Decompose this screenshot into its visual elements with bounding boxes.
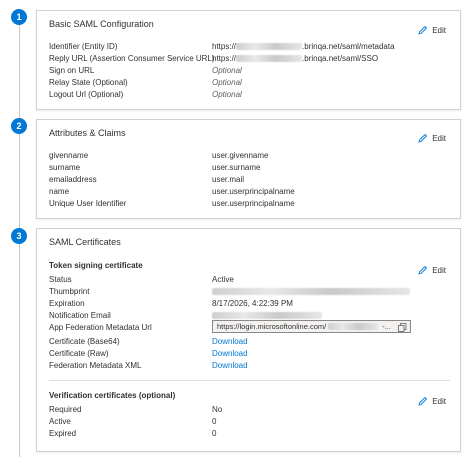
claim-row: surname user.surname	[49, 162, 450, 173]
claim-value: user.givenname	[212, 151, 269, 160]
expired-row: Expired 0	[49, 428, 450, 439]
field-label: Thumbprint	[49, 287, 90, 296]
edit-button[interactable]: Edit	[418, 133, 446, 143]
field-label: Required	[49, 405, 82, 414]
claim-label: name	[49, 187, 70, 196]
field-label: Status	[49, 275, 72, 284]
field-label: App Federation Metadata Url	[49, 323, 152, 332]
field-row: Sign on URL Optional	[49, 65, 450, 76]
redacted-blur	[236, 55, 303, 63]
cert-raw-row: Certificate (Raw) Download	[49, 348, 450, 359]
claim-row: Unique User Identifier user.userprincipa…	[49, 198, 450, 209]
claim-value: user.userprincipalname	[212, 187, 295, 196]
metadata-url-row: App Federation Metadata Url https://logi…	[49, 320, 450, 333]
field-value: Optional	[212, 78, 242, 87]
field-label: Logout Url (Optional)	[49, 90, 124, 99]
pencil-icon	[418, 133, 428, 143]
field-label: Relay State (Optional)	[49, 78, 128, 87]
expiration-row: Expiration 8/17/2026, 4:22:39 PM	[49, 298, 450, 309]
claim-row: emailaddress user.mail	[49, 174, 450, 185]
basic-saml-card: Basic SAML Configuration Edit Identifier…	[36, 10, 461, 110]
field-row: Relay State (Optional) Optional	[49, 77, 450, 88]
required-value: No	[212, 405, 223, 414]
status-value: Active	[212, 275, 234, 284]
expiration-value: 8/17/2026, 4:22:39 PM	[212, 299, 293, 308]
field-value: https://.brinqa.net/saml/metadata	[212, 42, 395, 51]
download-base64-link[interactable]: Download	[212, 336, 248, 347]
thumbprint-value	[212, 286, 410, 297]
redacted-blur	[236, 43, 303, 51]
claim-label: givenname	[49, 151, 89, 160]
card-title: SAML Certificates	[49, 237, 121, 247]
metadata-url-text: https://login.microsoftonline.com/	[217, 322, 327, 331]
redacted-blur	[212, 288, 410, 296]
download-fedxml-link[interactable]: Download	[212, 360, 248, 371]
redacted-blur	[328, 323, 379, 330]
field-label: Expired	[49, 429, 77, 438]
saml-certificates-card: SAML Certificates Token signing certific…	[36, 228, 461, 452]
field-label: Notification Email	[49, 311, 111, 320]
copy-icon[interactable]	[398, 323, 407, 332]
field-label: Federation Metadata XML	[49, 361, 142, 370]
field-label: Active	[49, 417, 71, 426]
edit-button[interactable]: Edit	[418, 25, 446, 35]
field-label: Identifier (Entity ID)	[49, 42, 118, 51]
field-row: Reply URL (Assertion Consumer Service UR…	[49, 53, 450, 64]
card-title: Basic SAML Configuration	[49, 19, 154, 29]
verification-heading: Verification certificates (optional)	[49, 391, 176, 400]
claim-value: user.userprincipalname	[212, 199, 295, 208]
metadata-url-field[interactable]: https://login.microsoftonline.com/ -...	[212, 320, 411, 333]
field-label: Sign on URL	[49, 66, 95, 75]
field-value: Optional	[212, 90, 242, 99]
status-row: Status Active	[49, 274, 450, 285]
edit-label: Edit	[432, 133, 446, 143]
pencil-icon	[418, 25, 428, 35]
cert-base64-row: Certificate (Base64) Download	[49, 336, 450, 347]
required-row: Required No	[49, 404, 450, 415]
thumbprint-row: Thumbprint	[49, 286, 450, 297]
section-divider	[49, 380, 450, 381]
field-label: Expiration	[49, 299, 85, 308]
field-label: Reply URL (Assertion Consumer Service UR…	[49, 54, 215, 63]
field-value: https://.brinqa.net/saml/SSO	[212, 54, 379, 63]
card-title: Attributes & Claims	[49, 128, 126, 138]
fed-metadata-row: Federation Metadata XML Download	[49, 360, 450, 371]
field-label: Certificate (Raw)	[49, 349, 109, 358]
token-signing-heading: Token signing certificate	[49, 261, 143, 270]
step-badge-2: 2	[11, 118, 27, 134]
field-row: Identifier (Entity ID) https://.brinqa.n…	[49, 41, 450, 52]
attributes-claims-card: Attributes & Claims Edit givenname user.…	[36, 119, 461, 219]
claim-row: givenname user.givenname	[49, 150, 450, 161]
step-badge-3: 3	[11, 228, 27, 244]
redacted-blur	[212, 312, 322, 320]
claim-label: Unique User Identifier	[49, 199, 127, 208]
active-row: Active 0	[49, 416, 450, 427]
edit-label: Edit	[432, 25, 446, 35]
claim-value: user.mail	[212, 175, 245, 184]
field-row: Logout Url (Optional) Optional	[49, 89, 450, 100]
claim-row: name user.userprincipalname	[49, 186, 450, 197]
claim-value: user.surname	[212, 163, 261, 172]
metadata-url-ellipsis: -...	[382, 322, 391, 331]
step-badge-1: 1	[11, 9, 27, 25]
field-label: Certificate (Base64)	[49, 337, 120, 346]
expired-value: 0	[212, 429, 217, 438]
active-value: 0	[212, 417, 217, 426]
claim-label: emailaddress	[49, 175, 97, 184]
claim-label: surname	[49, 163, 81, 172]
download-raw-link[interactable]: Download	[212, 348, 248, 359]
field-value: Optional	[212, 66, 242, 75]
